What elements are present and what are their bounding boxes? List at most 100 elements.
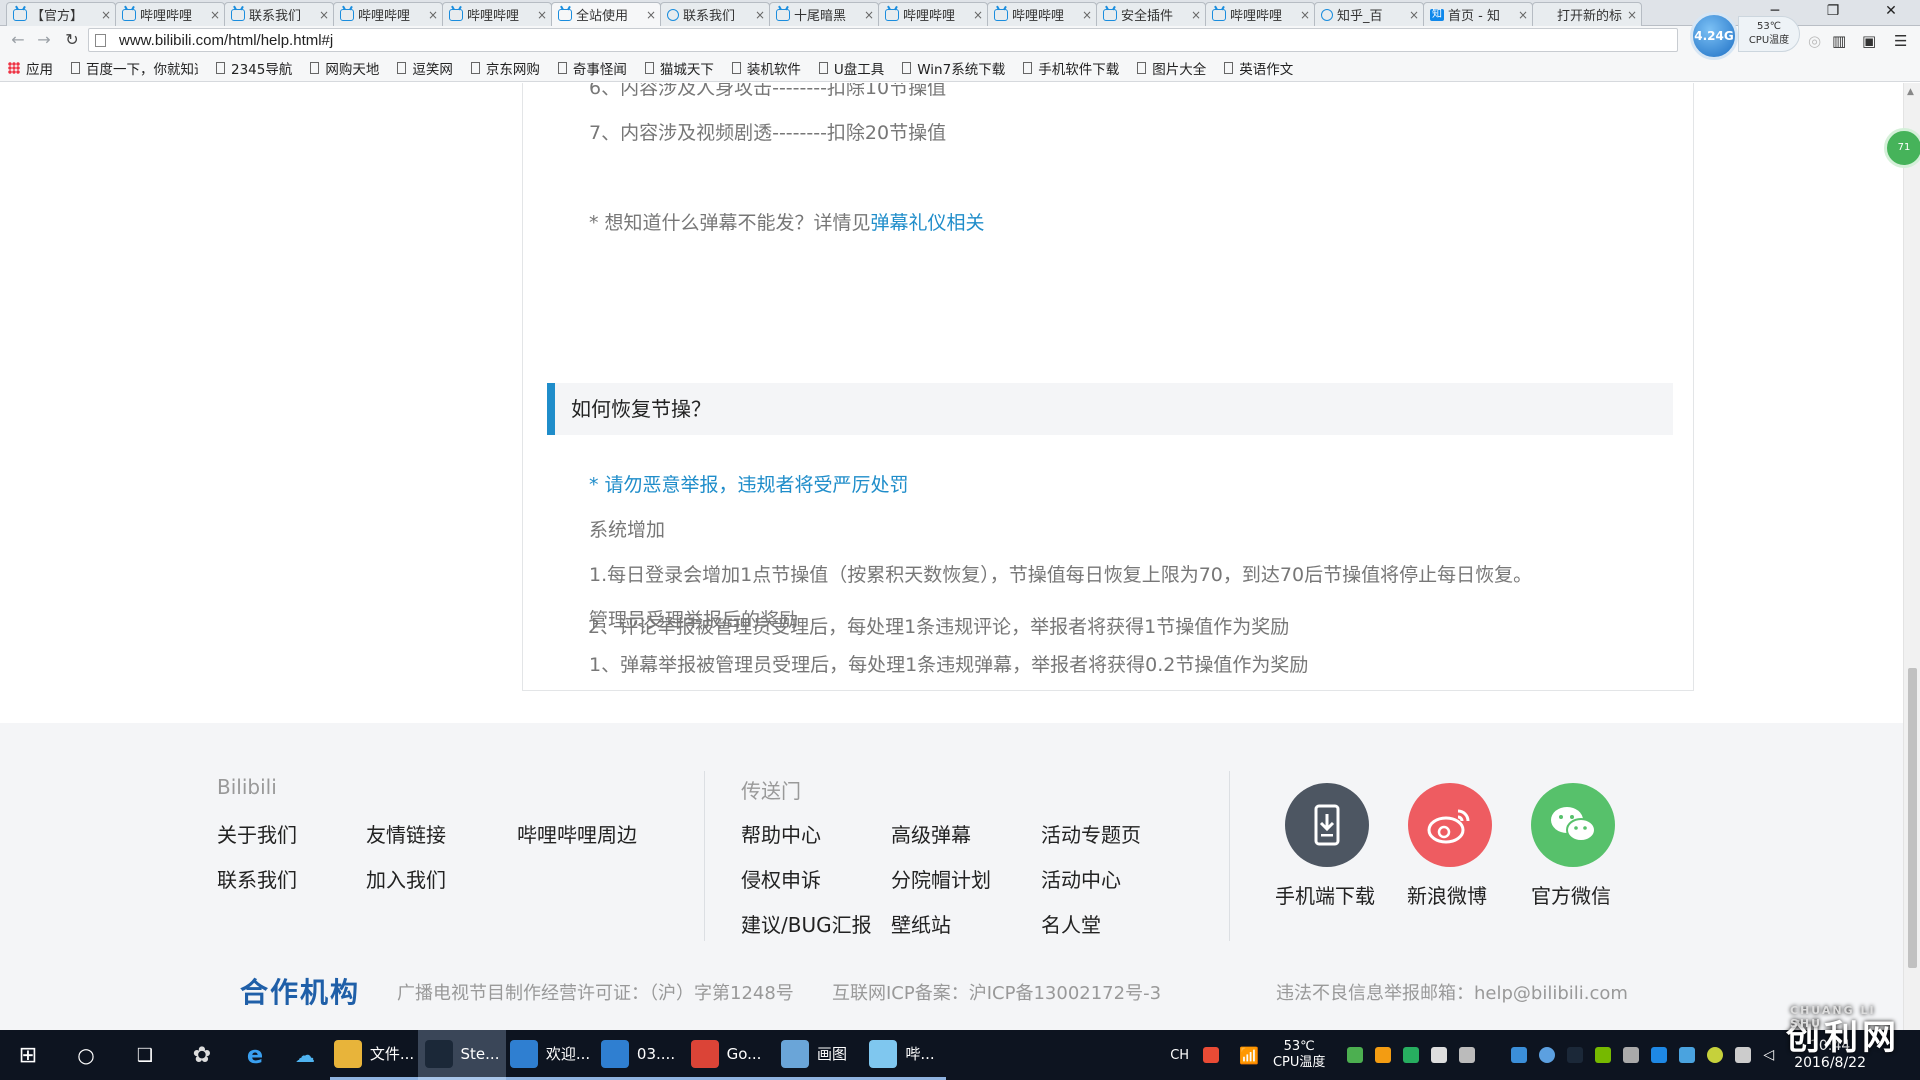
taskbar-app[interactable]: Ste... [418, 1030, 506, 1080]
footer-link[interactable]: 壁纸站 [891, 909, 951, 938]
tab-14[interactable]: 打开新的标 × [1532, 2, 1642, 26]
footer-link[interactable]: 建议/BUG汇报 [741, 909, 872, 938]
footer-link[interactable]: 哔哩哔哩周边 [517, 819, 637, 848]
bookmark-item[interactable]: 图片大全 [1137, 58, 1206, 78]
bookmark-item[interactable]: 手机软件下载 [1023, 58, 1119, 78]
volume-icon[interactable]: ◁ [1763, 1047, 1774, 1063]
extension-icon[interactable]: ◎ [1808, 32, 1821, 50]
tab-6[interactable]: 联系我们 × [660, 2, 770, 26]
taskbar-app[interactable]: 文件... [330, 1030, 418, 1080]
tab-3[interactable]: 哔哩哔哩 × [333, 2, 443, 26]
social-label[interactable]: 官方微信 [1531, 880, 1611, 909]
task-view-icon[interactable]: ❑ [116, 1030, 174, 1080]
edge-icon[interactable]: e [230, 1030, 280, 1080]
footer-link[interactable]: 友情链接 [366, 819, 446, 848]
tab-1[interactable]: 哔哩哔哩 × [115, 2, 225, 26]
steam-tray-icon[interactable] [1567, 1047, 1584, 1063]
nvidia-icon[interactable] [1595, 1047, 1612, 1063]
report-email[interactable]: 违法不良信息举报邮箱：help@bilibili.com [1276, 979, 1628, 1005]
pinned-app-icon[interactable]: ✿ [174, 1030, 230, 1080]
cloud-app-icon[interactable]: ☁ [280, 1030, 330, 1080]
memory-badge[interactable]: 4.24G [1690, 12, 1738, 60]
start-button[interactable]: ⊞ [0, 1030, 56, 1080]
network-icon[interactable] [1651, 1047, 1668, 1063]
taskbar-app[interactable]: Go... [682, 1030, 770, 1080]
tab-7[interactable]: 十尾暗黑 × [769, 2, 879, 26]
tab-close-icon[interactable]: × [1627, 8, 1637, 22]
social-label[interactable]: 新浪微博 [1407, 880, 1487, 909]
tab-close-icon[interactable]: × [428, 8, 438, 22]
page-scrollbar[interactable]: ▲ [1903, 83, 1920, 1030]
footer-link[interactable]: 活动专题页 [1041, 819, 1141, 848]
taskbar-app[interactable]: 03.... [594, 1030, 682, 1080]
social-label[interactable]: 手机端下载 [1275, 880, 1375, 909]
shield-icon[interactable] [1403, 1047, 1420, 1063]
monitor-extension-icon[interactable]: ▣ [1862, 32, 1876, 50]
bookmark-item[interactable]: 猫城天下 [644, 58, 714, 78]
scroll-up-icon[interactable]: ▲ [1907, 87, 1914, 97]
tab-close-icon[interactable]: × [755, 8, 765, 22]
bookmark-item[interactable]: U盘工具 [818, 58, 884, 78]
url-text[interactable]: www.bilibili.com/html/help.html#j [119, 32, 333, 49]
reload-icon[interactable]: ↻ [60, 29, 84, 51]
icp-record[interactable]: 互联网ICP备案：沪ICP备13002172号-3 [832, 979, 1161, 1005]
bookmark-item[interactable]: 京东网购 [470, 58, 540, 78]
tab-10[interactable]: 安全插件 × [1096, 2, 1206, 26]
tab-13[interactable]: 知首页 - 知 × [1423, 2, 1533, 26]
tray-app-icon[interactable] [1539, 1047, 1556, 1063]
floating-speed-ball[interactable]: 71 [1884, 128, 1920, 168]
search-icon[interactable]: ○ [56, 1030, 116, 1080]
tab-12[interactable]: 知乎_百 × [1314, 2, 1424, 26]
scroll-thumb[interactable] [1908, 668, 1917, 968]
address-bar[interactable]: www.bilibili.com/html/help.html#j [88, 28, 1678, 52]
footer-link[interactable]: 帮助中心 [741, 819, 821, 848]
footer-link[interactable]: 关于我们 [217, 819, 297, 848]
bookmark-item[interactable]: Win7系统下载 [902, 58, 1005, 78]
sogou-ime-icon[interactable] [1203, 1047, 1220, 1063]
tab-5[interactable]: 全站使用 × [551, 2, 661, 26]
tab-close-icon[interactable]: × [101, 8, 111, 22]
tray-app-icon[interactable] [1375, 1047, 1392, 1063]
tray-app-icon[interactable] [1347, 1047, 1364, 1063]
taskbar-app[interactable]: 欢迎... [506, 1030, 594, 1080]
tab-close-icon[interactable]: × [973, 8, 983, 22]
bookmark-item[interactable]: 装机软件 [731, 58, 801, 78]
etiquette-link[interactable]: 弹幕礼仪相关 [871, 212, 985, 234]
display-icon[interactable] [1735, 1047, 1752, 1063]
tab-0[interactable]: 【官方】 × [6, 2, 116, 26]
tab-close-icon[interactable]: × [1300, 8, 1310, 22]
menu-icon[interactable]: ☰ [1894, 32, 1907, 50]
bookmark-item[interactable]: 网购天地 [310, 58, 379, 78]
mobile-download-button[interactable] [1285, 783, 1369, 867]
bookmark-item[interactable]: 2345导航 [216, 58, 292, 78]
tray-app-icon[interactable] [1679, 1047, 1696, 1063]
tab-close-icon[interactable]: × [1518, 8, 1528, 22]
wechat-button[interactable] [1531, 783, 1615, 867]
forward-icon[interactable]: → [32, 29, 56, 51]
footer-link[interactable]: 侵权申诉 [741, 864, 821, 893]
tab-close-icon[interactable]: × [210, 8, 220, 22]
tab-9[interactable]: 哔哩哔哩 × [987, 2, 1097, 26]
footer-link[interactable]: 联系我们 [217, 864, 297, 893]
tray-app-icon[interactable] [1707, 1047, 1724, 1063]
tab-8[interactable]: 哔哩哔哩 × [878, 2, 988, 26]
back-icon[interactable]: ← [6, 29, 30, 51]
bookmark-item[interactable]: 百度一下，你就知道 [71, 58, 198, 78]
bookmark-item[interactable]: 应用 [8, 58, 53, 78]
tab-11[interactable]: 哔哩哔哩 × [1205, 2, 1315, 26]
footer-link[interactable]: 高级弹幕 [891, 819, 971, 848]
bookmark-item[interactable]: 逗笑网 [397, 58, 453, 78]
bookmark-item[interactable]: 英语作文 [1224, 58, 1293, 78]
footer-link[interactable]: 活动中心 [1041, 864, 1121, 893]
bookmark-item[interactable]: 奇事怪闻 [557, 58, 627, 78]
tray-app-icon[interactable] [1459, 1047, 1476, 1063]
weibo-button[interactable] [1408, 783, 1492, 867]
restore-icon[interactable]: ❐ [1804, 0, 1862, 22]
stats-extension-icon[interactable]: ▥ [1832, 32, 1846, 50]
taskbar-app[interactable]: 画图 [770, 1030, 858, 1080]
tab-close-icon[interactable]: × [537, 8, 547, 22]
close-window-icon[interactable]: ✕ [1862, 0, 1920, 22]
tray-app-icon[interactable] [1511, 1047, 1528, 1063]
tab-close-icon[interactable]: × [1409, 8, 1419, 22]
wifi-icon[interactable]: 📶 [1239, 1046, 1259, 1065]
